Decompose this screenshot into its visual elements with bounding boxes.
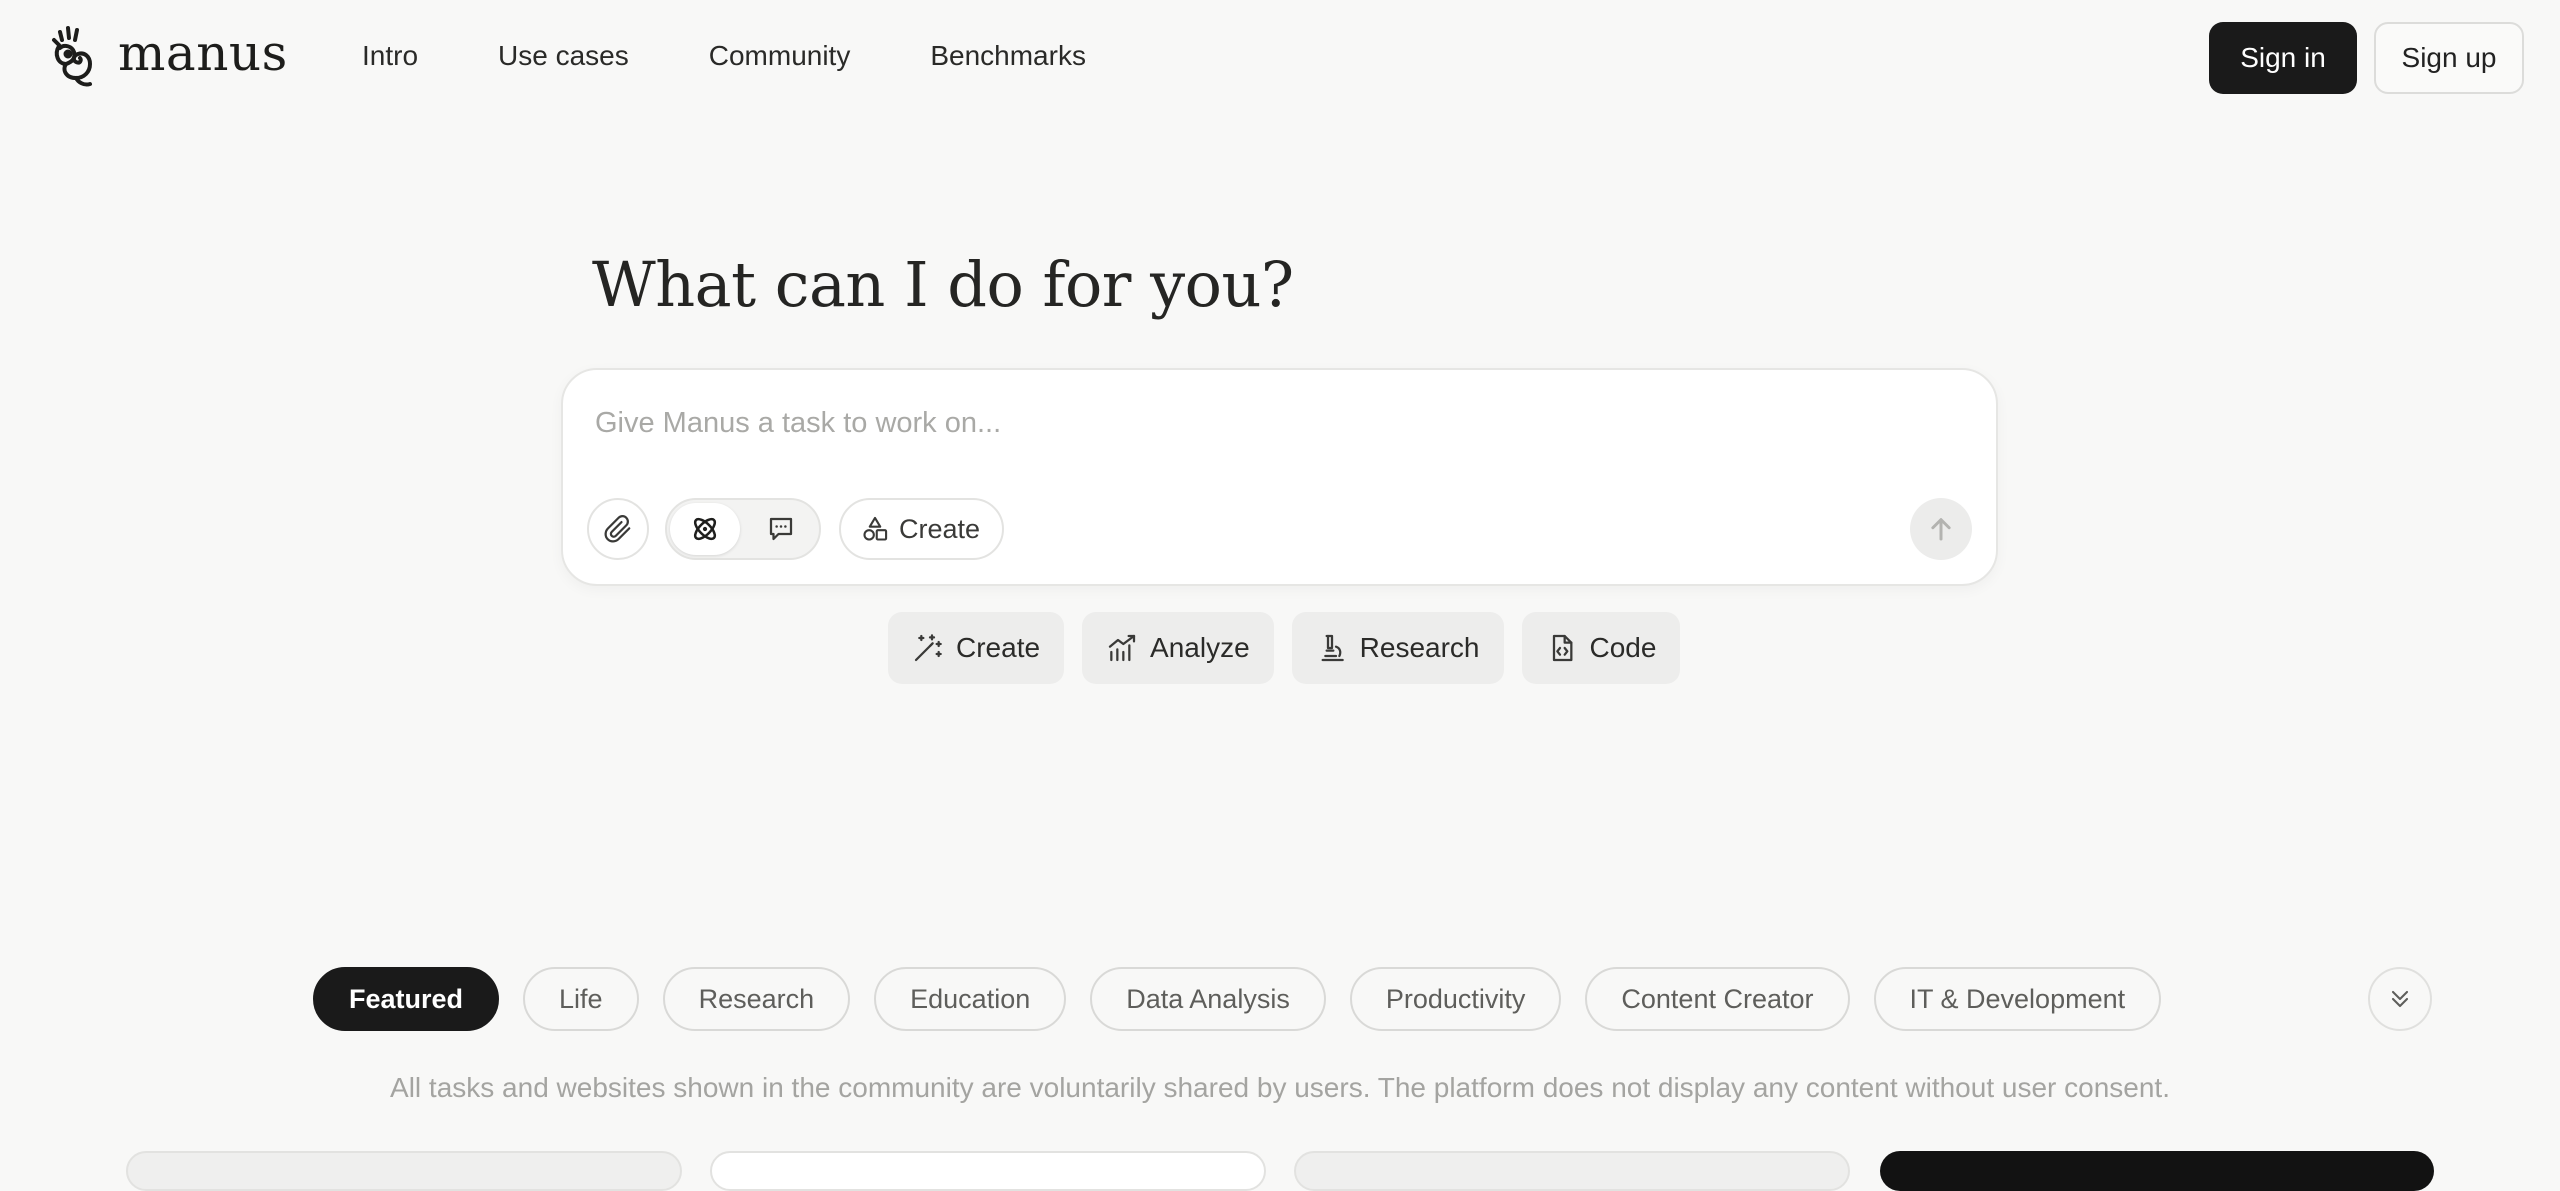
tab-it-development[interactable]: IT & Development — [1873, 967, 2162, 1031]
nav-intro[interactable]: Intro — [340, 30, 440, 82]
main-nav: Intro Use cases Community Benchmarks — [340, 30, 1144, 82]
paperclip-icon — [604, 515, 631, 543]
community-card[interactable] — [126, 1151, 682, 1191]
tab-productivity[interactable]: Productivity — [1349, 967, 1562, 1031]
quick-action-create-label: Create — [956, 632, 1041, 663]
sign-up-button[interactable]: Sign up — [2374, 22, 2524, 94]
tab-research[interactable]: Research — [662, 967, 851, 1031]
agent-mode-option[interactable] — [670, 503, 740, 555]
community-card[interactable] — [1880, 1151, 2434, 1191]
category-tabs: Featured Life Research Education Data An… — [313, 967, 2162, 1031]
create-button[interactable]: Create — [839, 498, 1005, 560]
chevrons-down-icon — [2391, 990, 2409, 1008]
mode-toggle — [665, 498, 821, 560]
send-button[interactable] — [1910, 498, 1972, 560]
magic-wand-icon — [914, 634, 942, 662]
shapes-icon — [863, 516, 888, 541]
brand-logo[interactable]: manus — [50, 22, 288, 92]
auth-buttons: Sign in Sign up — [2209, 22, 2524, 94]
quick-action-research[interactable]: Research — [1291, 612, 1504, 684]
community-card[interactable] — [710, 1151, 1266, 1191]
quick-action-analyze-label: Analyze — [1150, 632, 1250, 663]
tab-content-creator[interactable]: Content Creator — [1585, 967, 1850, 1031]
brand-name: manus — [118, 24, 288, 82]
tab-education[interactable]: Education — [874, 967, 1067, 1031]
quick-action-code[interactable]: Code — [1521, 612, 1681, 684]
composer-toolbar: Create — [587, 498, 1005, 560]
nav-community[interactable]: Community — [687, 30, 873, 82]
quick-action-code-label: Code — [1589, 632, 1657, 663]
tab-life[interactable]: Life — [523, 967, 639, 1031]
sign-in-button[interactable]: Sign in — [2209, 22, 2357, 94]
chart-icon — [1108, 634, 1136, 662]
expand-categories-button[interactable] — [2368, 967, 2432, 1031]
nav-benchmarks[interactable]: Benchmarks — [908, 30, 1108, 82]
top-header: manus Intro Use cases Community Benchmar… — [0, 0, 2560, 115]
hero-title: What can I do for you? — [592, 248, 1294, 321]
community-disclaimer: All tasks and websites shown in the comm… — [390, 1072, 2170, 1103]
chat-icon — [769, 517, 793, 541]
task-input[interactable] — [593, 400, 1897, 446]
microscope-icon — [1321, 634, 1344, 662]
attach-button[interactable] — [587, 498, 649, 560]
chat-mode-option[interactable] — [746, 503, 816, 555]
code-file-icon — [1552, 634, 1572, 662]
nav-use-cases[interactable]: Use cases — [476, 30, 651, 82]
manus-hand-logo-icon — [52, 26, 92, 87]
community-card[interactable] — [1294, 1151, 1850, 1191]
agent-icon — [693, 517, 717, 541]
create-button-label: Create — [899, 513, 981, 544]
quick-action-create[interactable]: Create — [888, 612, 1065, 684]
task-composer: Create — [561, 368, 1998, 586]
tab-data-analysis[interactable]: Data Analysis — [1090, 967, 1326, 1031]
quick-action-research-label: Research — [1359, 632, 1480, 663]
arrow-up-icon — [1931, 518, 1951, 541]
quick-actions: Create Analyze Research Code — [888, 612, 1681, 684]
tab-featured[interactable]: Featured — [313, 967, 500, 1031]
quick-action-analyze[interactable]: Analyze — [1082, 612, 1274, 684]
